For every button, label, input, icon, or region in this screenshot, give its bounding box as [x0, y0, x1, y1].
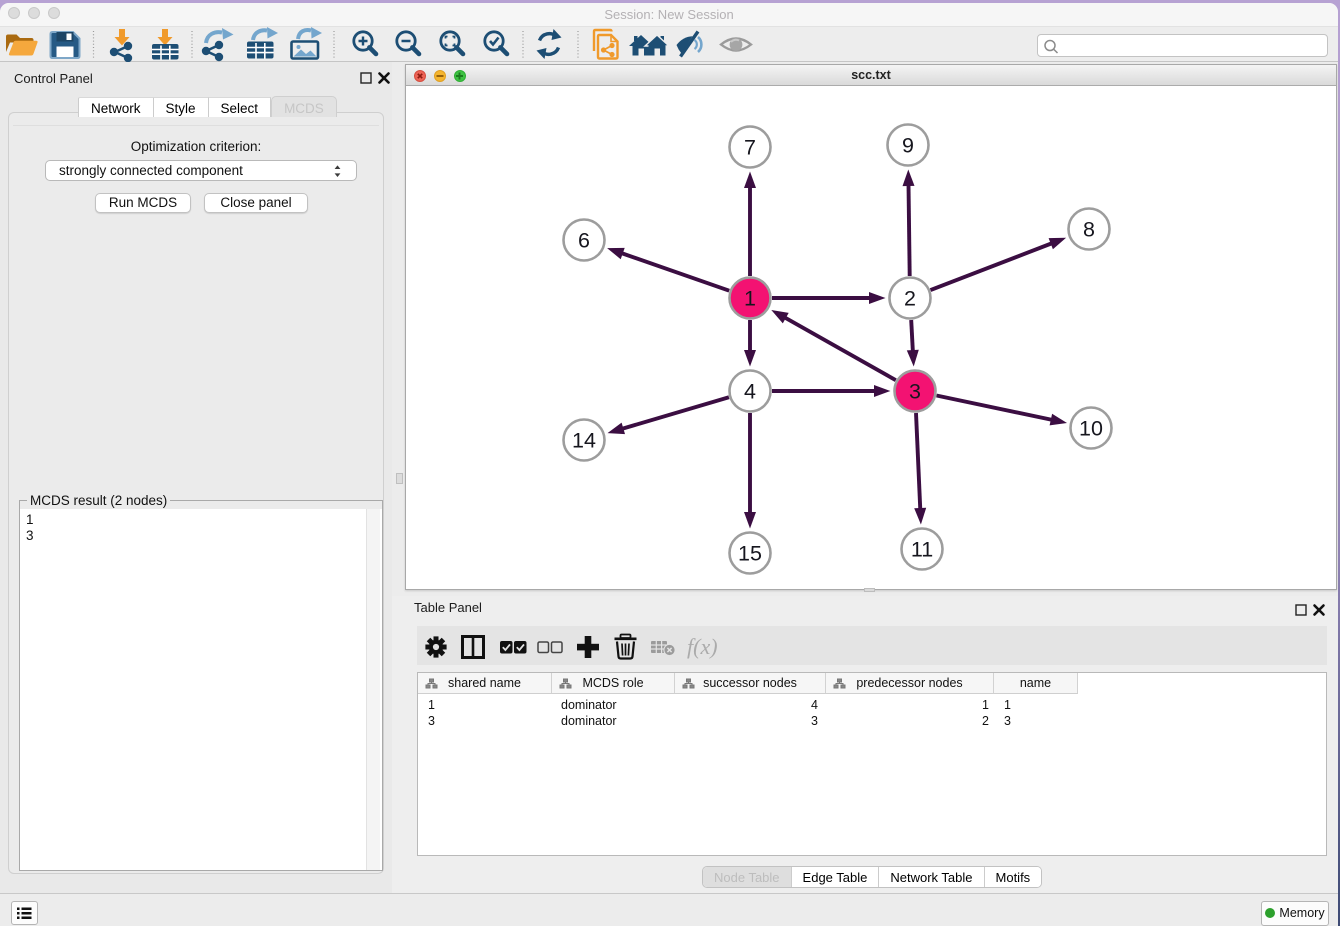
svg-text:1: 1 — [744, 287, 756, 311]
svg-text:14: 14 — [572, 429, 596, 453]
svg-text:11: 11 — [911, 538, 933, 562]
svg-text:3: 3 — [909, 380, 921, 404]
svg-text:4: 4 — [744, 380, 756, 404]
svg-text:10: 10 — [1079, 417, 1103, 441]
svg-text:f(x): f(x) — [687, 634, 718, 659]
svg-text:8: 8 — [1083, 218, 1095, 242]
svg-text:9: 9 — [902, 134, 914, 158]
svg-text:15: 15 — [738, 542, 762, 566]
svg-text:7: 7 — [744, 136, 756, 160]
svg-text:6: 6 — [578, 229, 590, 253]
svg-text:2: 2 — [904, 287, 916, 311]
